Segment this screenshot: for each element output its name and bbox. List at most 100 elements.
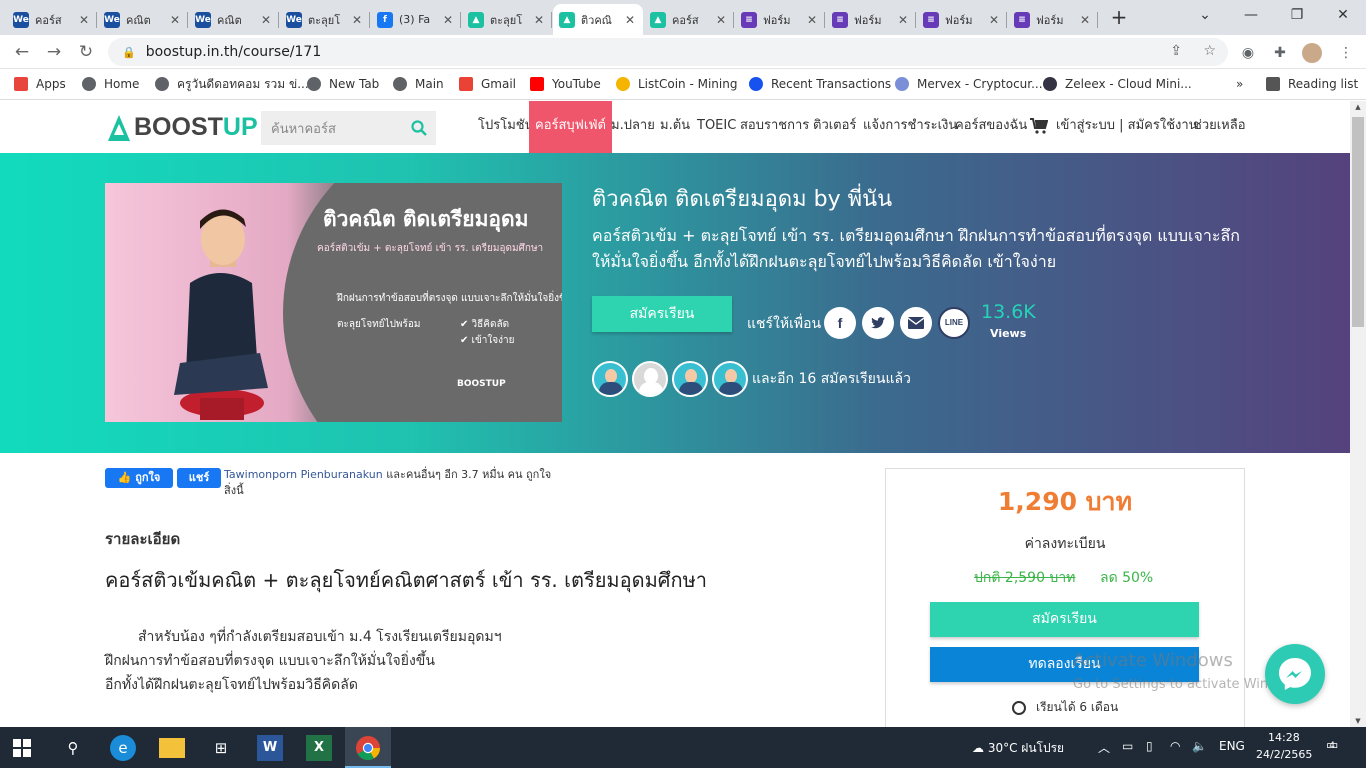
close-tab-icon[interactable]: ✕ [714, 13, 728, 27]
scroll-down-arrow[interactable]: ▼ [1350, 717, 1366, 725]
reload-icon[interactable]: ↻ [74, 41, 98, 63]
bookmark-item[interactable]: ครูวันดีดอทคอม รวม ข่... [155, 75, 309, 93]
page-scrollbar[interactable]: ▲ ▼ [1350, 101, 1366, 727]
browser-tab[interactable]: ≡ ฟอร์ม ✕ [917, 4, 1007, 35]
menu-toeic[interactable]: TOEIC [697, 101, 736, 153]
tray-device-icon[interactable]: ▭ [1122, 739, 1133, 753]
bookmark-item[interactable]: Apps [14, 75, 66, 93]
cart-icon[interactable] [1030, 118, 1048, 134]
hero-apply-button[interactable]: สมัครเรียน [592, 296, 732, 332]
close-tab-icon[interactable]: ✕ [259, 13, 273, 27]
extension-icon[interactable]: ◉ [1238, 43, 1258, 63]
facebook-share-icon[interactable]: f [824, 307, 856, 339]
tab-search-button[interactable]: ⌄ [1182, 0, 1228, 32]
browser-tab[interactable]: f (3) Fa ✕ [371, 4, 461, 35]
close-tab-icon[interactable]: ✕ [168, 13, 182, 27]
battery-icon[interactable]: ▯ [1146, 739, 1153, 753]
bookmark-item[interactable]: ListCoin - Mining [616, 75, 737, 93]
close-tab-icon[interactable]: ✕ [77, 13, 91, 27]
close-tab-icon[interactable]: ✕ [1078, 13, 1092, 27]
edge-icon[interactable]: e [110, 735, 136, 761]
menu-payment-notice[interactable]: แจ้งการชำระเงิน [863, 101, 957, 153]
course-description: คอร์สติวเข้ม + ตะลุยโจทย์ เข้า รร. เตรีย… [592, 226, 1240, 271]
browser-tab[interactable]: We คอร์ส ✕ [7, 4, 97, 35]
forward-icon[interactable]: → [42, 41, 66, 63]
close-tab-icon[interactable]: ✕ [987, 13, 1001, 27]
chrome-icon[interactable] [355, 735, 381, 761]
chrome-menu-icon[interactable]: ⋮ [1336, 43, 1356, 63]
menu-my-courses[interactable]: คอร์สของฉัน [955, 101, 1027, 153]
menu-upper-secondary[interactable]: ม.ปลาย [611, 101, 655, 153]
bookmark-item[interactable]: Mervex - Cryptocur... [895, 75, 1043, 93]
browser-tab[interactable]: ≡ ฟอร์ม ✕ [826, 4, 916, 35]
reading-list-button[interactable]: Reading list [1266, 75, 1358, 93]
browser-tab[interactable]: ≡ ฟอร์ม ✕ [1008, 4, 1098, 35]
maximize-button[interactable]: ❐ [1274, 0, 1320, 32]
scrollbar-thumb[interactable] [1352, 117, 1364, 327]
wifi-icon[interactable]: ◠ [1170, 739, 1180, 753]
browser-tab[interactable]: ≡ ฟอร์ม ✕ [735, 4, 825, 35]
menu-lower-secondary[interactable]: ม.ต้น [660, 101, 690, 153]
windows-start-icon[interactable] [13, 739, 31, 757]
browser-tab[interactable]: We คณิต ✕ [98, 4, 188, 35]
file-explorer-icon[interactable] [159, 738, 185, 758]
profile-avatar[interactable] [1302, 43, 1322, 63]
bookmark-item[interactable]: Main [393, 75, 444, 93]
volume-icon[interactable]: 🔈 [1192, 739, 1207, 753]
store-icon[interactable]: ⊞ [208, 735, 234, 761]
browser-tab[interactable]: ▲ คอร์ส ✕ [644, 4, 734, 35]
menu-help[interactable]: ช่วยเหลือ [1193, 101, 1246, 153]
bookmark-item[interactable]: New Tab [307, 75, 379, 93]
close-tab-icon[interactable]: ✕ [896, 13, 910, 27]
browser-tab[interactable]: ▲ ติวคณิ ✕ [553, 4, 643, 35]
more-bookmarks-button[interactable]: » [1236, 75, 1243, 93]
close-tab-icon[interactable]: ✕ [532, 13, 546, 27]
bookmark-item[interactable]: Zeleex - Cloud Mini... [1043, 75, 1192, 93]
excel-icon[interactable]: X [306, 735, 332, 761]
close-tab-icon[interactable]: ✕ [441, 13, 455, 27]
browser-tab[interactable]: We คณิต ✕ [189, 4, 279, 35]
close-tab-icon[interactable]: ✕ [623, 13, 637, 27]
bookmark-item[interactable]: YouTube [530, 75, 601, 93]
share-page-icon[interactable]: ⇪ [1170, 43, 1182, 59]
fb-like-button[interactable]: 👍 ถูกใจ [105, 468, 173, 488]
bookmark-item[interactable]: Home [82, 75, 139, 93]
email-share-icon[interactable] [900, 307, 932, 339]
tray-overflow-icon[interactable]: ︿ [1098, 739, 1110, 756]
boostup-logo[interactable]: BOOSTUP [108, 113, 258, 142]
notification-center-icon[interactable]: ▭4 [1326, 738, 1344, 753]
scroll-up-arrow[interactable]: ▲ [1350, 103, 1366, 111]
word-icon[interactable]: W [257, 735, 283, 761]
twitter-share-icon[interactable] [862, 307, 894, 339]
minimize-button[interactable]: — [1228, 0, 1274, 32]
apply-button[interactable]: สมัครเรียน [930, 602, 1199, 637]
messenger-chat-button[interactable] [1265, 644, 1325, 704]
clock-time[interactable]: 14:28 [1268, 731, 1300, 744]
menu-promotion[interactable]: โปรโมชัน [478, 101, 533, 153]
weather-widget[interactable]: ☁ 30°C ฝนโปรย [972, 739, 1064, 758]
bookmark-item[interactable]: Recent Transactions [749, 75, 891, 93]
search-taskbar-icon[interactable]: ⚲ [60, 735, 86, 761]
menu-login-register[interactable]: เข้าสู่ระบบ | สมัครใช้งาน [1056, 101, 1198, 153]
search-icon[interactable] [410, 119, 428, 137]
browser-tab[interactable]: We ตะลุยโ ✕ [280, 4, 370, 35]
bookmark-star-icon[interactable]: ☆ [1203, 43, 1216, 59]
bookmark-item[interactable]: Gmail [459, 75, 516, 93]
browser-tab[interactable]: ▲ ตะลุยโ ✕ [462, 4, 552, 35]
menu-civil-service[interactable]: สอบราชการ [740, 101, 809, 153]
extensions-puzzle-icon[interactable]: ✚ [1270, 43, 1290, 63]
line-share-icon[interactable]: LINE [938, 307, 970, 339]
close-tab-icon[interactable]: ✕ [805, 13, 819, 27]
new-tab-button[interactable]: + [1106, 6, 1132, 30]
clock-date[interactable]: 24/2/2565 [1256, 748, 1312, 761]
course-search-input[interactable]: ค้นหาคอร์ส [261, 111, 436, 145]
fb-friend-name[interactable]: Tawimonporn Pienburanakun [224, 468, 383, 481]
close-tab-icon[interactable]: ✕ [350, 13, 364, 27]
fb-share-button[interactable]: แชร์ [177, 468, 221, 488]
menu-buffet-course[interactable]: คอร์สบุฟเฟ่ต์ [529, 101, 612, 153]
menu-tutors[interactable]: ติวเตอร์ [813, 101, 856, 153]
language-indicator[interactable]: ENG [1219, 739, 1245, 753]
close-window-button[interactable]: ✕ [1320, 0, 1366, 32]
back-icon[interactable]: ← [10, 41, 34, 63]
url-bar[interactable]: 🔒 boostup.in.th/course/171 ⇪ ☆ [108, 38, 1228, 66]
